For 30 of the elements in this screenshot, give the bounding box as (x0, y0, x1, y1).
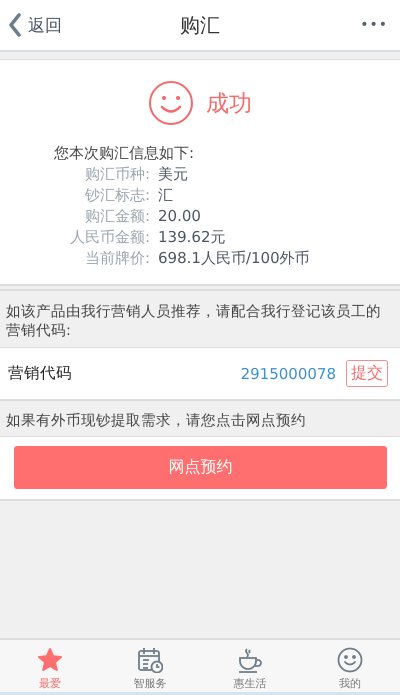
field-value: 汇 (158, 186, 174, 205)
star-icon (37, 647, 63, 673)
smile-icon (148, 80, 194, 126)
field-label: 营销代码 (8, 363, 72, 384)
field-value: 美元 (158, 165, 189, 184)
appointment-button[interactable]: 网点预约 (14, 446, 387, 489)
tab-item[interactable]: 惠生活 (200, 640, 300, 692)
calendar-icon (137, 647, 163, 673)
field-value: 20.00 (158, 207, 202, 226)
field-value: 698.1人民币/100外币 (158, 249, 311, 268)
branch-note: 如果有外币现钞提取需求，请您点击网点预约 (5, 412, 307, 431)
back-icon (8, 13, 22, 37)
more-button[interactable]: ••• (360, 5, 388, 45)
info-heading: 您本次购汇信息如下: (54, 144, 196, 163)
window-title: 购汇 (180, 12, 220, 38)
field-label: 购汇币种: (84, 165, 150, 184)
cup-icon (237, 647, 263, 673)
back-button[interactable]: 返回 (0, 5, 180, 45)
field-label: 钞汇标志: (84, 186, 150, 205)
status-text: 成功 (206, 90, 252, 118)
field-label: 购汇金额: (84, 207, 150, 226)
field-label: 人民币金额: (68, 228, 150, 247)
submit-button[interactable]: 提交 (346, 360, 388, 387)
smile-icon (337, 647, 363, 673)
field-value: 139.62元 (158, 228, 226, 247)
code-value: 2915000078 (240, 364, 336, 382)
tab-item[interactable]: 最爱 (0, 640, 100, 692)
tab-item[interactable]: 我的 (300, 640, 400, 692)
field-label: 当前牌价: (84, 249, 150, 268)
tab-item[interactable]: 智服务 (100, 640, 200, 692)
